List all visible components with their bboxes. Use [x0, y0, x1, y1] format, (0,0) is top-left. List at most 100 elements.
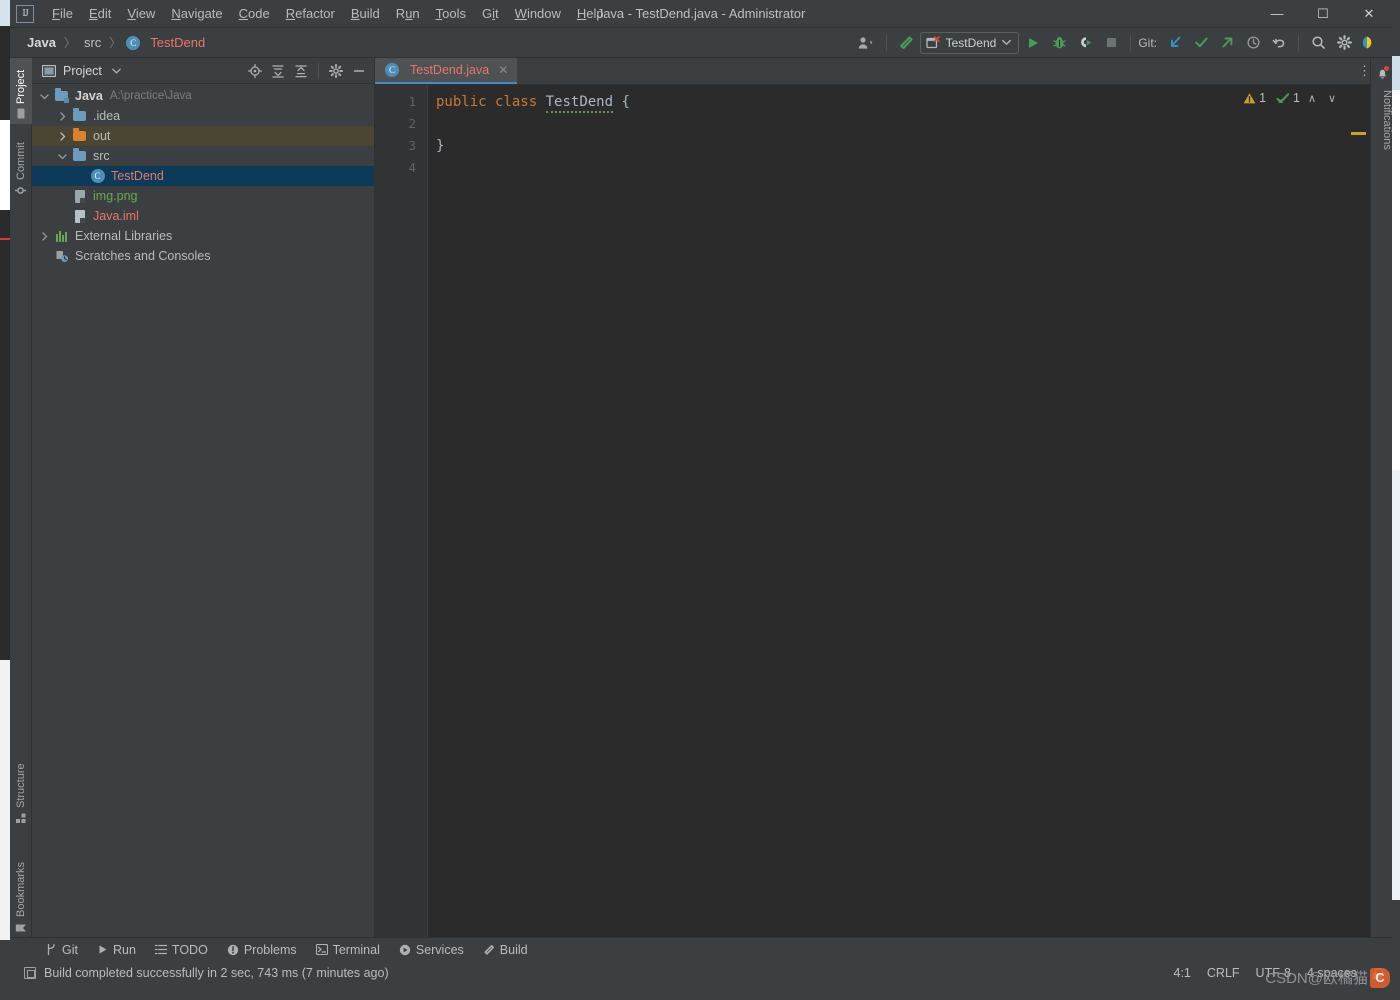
status-bar-right: 4:1 CRLF UTF-8 4 spaces — [1174, 966, 1383, 980]
tool-window-problems[interactable]: Problems — [219, 941, 305, 959]
sidebar-item-project[interactable]: Project — [10, 58, 32, 124]
twisty-expanded-icon[interactable] — [36, 92, 53, 101]
line-number-gutter: 1 2 3 4 — [375, 85, 427, 950]
collapse-all-icon[interactable] — [290, 60, 312, 82]
editor-tab-testdend-java[interactable]: C TestDend.java ✕ — [375, 58, 518, 84]
select-opened-file-icon[interactable] — [244, 60, 266, 82]
right-tool-strip: Notifications — [1370, 58, 1393, 950]
twisty-expanded-icon[interactable] — [54, 152, 71, 161]
menu-item-build[interactable]: Build — [343, 3, 388, 24]
tool-window-run[interactable]: Run — [89, 941, 144, 959]
structure-icon — [16, 813, 27, 824]
sidebar-item-label: Bookmarks — [15, 861, 27, 917]
twisty-collapsed-icon[interactable] — [54, 131, 71, 141]
tree-node-external-libraries[interactable]: External Libraries — [32, 226, 374, 246]
user-switch-icon[interactable] — [855, 32, 879, 54]
java-class-badge: C — [90, 169, 105, 183]
indent-setting[interactable]: 4 spaces — [1307, 966, 1357, 980]
run-configuration-selector[interactable]: TestDend — [919, 31, 1020, 54]
status-message-group[interactable]: Build completed successfully in 2 sec, 7… — [24, 966, 389, 980]
menu-item-refactor[interactable]: Refactor — [278, 3, 343, 24]
settings-gear-icon[interactable] — [1332, 32, 1356, 54]
tool-window-build[interactable]: Build — [475, 941, 536, 959]
brace-open: { — [613, 94, 630, 110]
tree-node-out[interactable]: out — [32, 126, 374, 146]
tree-node-scratches-and-consoles[interactable]: Scratches and Consoles — [32, 246, 374, 266]
tool-window-services[interactable]: Services — [391, 941, 472, 959]
menu-item-run[interactable]: Run — [388, 3, 428, 24]
code-text-area[interactable]: public class TestDend { } 1 1 ∧ ∨ — [427, 85, 1378, 950]
menu-item-git[interactable]: Git — [474, 3, 507, 24]
tool-window-git[interactable]: Git — [38, 941, 86, 959]
tool-window-label: Services — [415, 942, 464, 957]
git-history-icon[interactable] — [1241, 32, 1265, 54]
tree-node-idea[interactable]: .idea — [32, 106, 374, 126]
ide-assistant-icon[interactable] — [1358, 32, 1382, 54]
maximize-button[interactable]: ☐ — [1300, 0, 1346, 28]
warning-count: 1 — [1259, 91, 1267, 105]
breadcrumb-project[interactable]: Java — [24, 34, 59, 51]
inspection-check-icon — [1276, 92, 1290, 103]
debug-icon[interactable] — [1047, 32, 1071, 54]
breadcrumb-file[interactable]: TestDend — [147, 34, 208, 51]
menu-bar: File Edit View Navigate Code Refactor Bu… — [44, 3, 612, 24]
status-message: Build completed successfully in 2 sec, 7… — [44, 966, 389, 980]
menu-item-code[interactable]: Code — [231, 3, 278, 24]
twisty-collapsed-icon[interactable] — [36, 231, 53, 241]
keyword-class: class — [495, 94, 538, 110]
caret-position[interactable]: 4:1 — [1174, 966, 1191, 980]
sidebar-item-label: Project — [15, 69, 27, 104]
inspection-ok-indicator[interactable]: 1 — [1276, 91, 1300, 105]
git-push-icon[interactable] — [1215, 32, 1239, 54]
code-editor[interactable]: 1 2 3 4 public class TestDend { } 1 1 ∧ … — [375, 85, 1378, 950]
previous-problem-icon[interactable]: ∧ — [1304, 92, 1320, 105]
hide-panel-icon[interactable] — [348, 60, 370, 82]
tree-node-src[interactable]: src — [32, 146, 374, 166]
inspection-widget[interactable]: 1 1 ∧ ∨ — [1243, 91, 1340, 105]
project-panel-header: Project — [32, 58, 374, 84]
sidebar-item-structure[interactable]: Structure — [10, 746, 32, 830]
git-commit-icon[interactable] — [1189, 32, 1213, 54]
run-icon[interactable] — [1021, 32, 1045, 54]
lock-icon[interactable] — [1373, 967, 1383, 979]
sidebar-item-label: Notifications — [1381, 90, 1393, 150]
expand-all-icon[interactable] — [267, 60, 289, 82]
tree-node-java[interactable]: Java A:\practice\Java — [32, 86, 374, 106]
tool-window-todo[interactable]: TODO — [147, 941, 216, 959]
menu-item-window[interactable]: Window — [507, 3, 569, 24]
git-update-icon[interactable] — [1163, 32, 1187, 54]
libraries-icon — [53, 230, 70, 242]
sidebar-item-commit[interactable]: Commit — [10, 130, 32, 202]
git-rollback-icon[interactable] — [1267, 32, 1291, 54]
run-coverage-icon[interactable] — [1073, 32, 1097, 54]
menu-item-help[interactable]: Help — [569, 3, 612, 24]
sidebar-item-bookmarks[interactable]: Bookmarks — [10, 844, 32, 940]
settings-gear-icon[interactable] — [325, 60, 347, 82]
tree-node-img-png[interactable]: img.png — [32, 186, 374, 206]
stop-icon[interactable] — [1099, 32, 1123, 54]
close-icon[interactable]: ✕ — [498, 63, 508, 77]
twisty-collapsed-icon[interactable] — [54, 111, 71, 121]
menu-item-view[interactable]: View — [119, 3, 163, 24]
project-tool-window: Project Java A:\practice\Java .idea out … — [32, 58, 375, 950]
search-everywhere-icon[interactable] — [1306, 32, 1330, 54]
warning-count-indicator[interactable]: 1 — [1243, 91, 1266, 105]
menu-item-edit[interactable]: Edit — [81, 3, 119, 24]
bell-icon[interactable] — [1371, 62, 1393, 84]
file-encoding[interactable]: UTF-8 — [1256, 966, 1291, 980]
menu-item-file[interactable]: File — [44, 3, 81, 24]
menu-item-tools[interactable]: Tools — [428, 3, 474, 24]
chevron-down-icon[interactable] — [112, 68, 121, 74]
tree-node-java-iml[interactable]: Java.iml — [32, 206, 374, 226]
sidebar-item-notifications[interactable]: Notifications — [1371, 86, 1393, 154]
intellij-window: IJ File Edit View Navigate Code Refactor… — [0, 0, 1400, 1000]
minimize-button[interactable]: — — [1254, 0, 1300, 28]
tree-node-testdend[interactable]: C TestDend — [32, 166, 374, 186]
menu-item-navigate[interactable]: Navigate — [163, 3, 230, 24]
line-separator[interactable]: CRLF — [1207, 966, 1240, 980]
close-button[interactable]: ✕ — [1346, 0, 1392, 28]
tool-window-terminal[interactable]: Terminal — [308, 941, 388, 959]
breadcrumb-folder[interactable]: src — [81, 34, 104, 51]
build-hammer-icon[interactable] — [894, 32, 918, 54]
next-problem-icon[interactable]: ∨ — [1324, 92, 1340, 105]
